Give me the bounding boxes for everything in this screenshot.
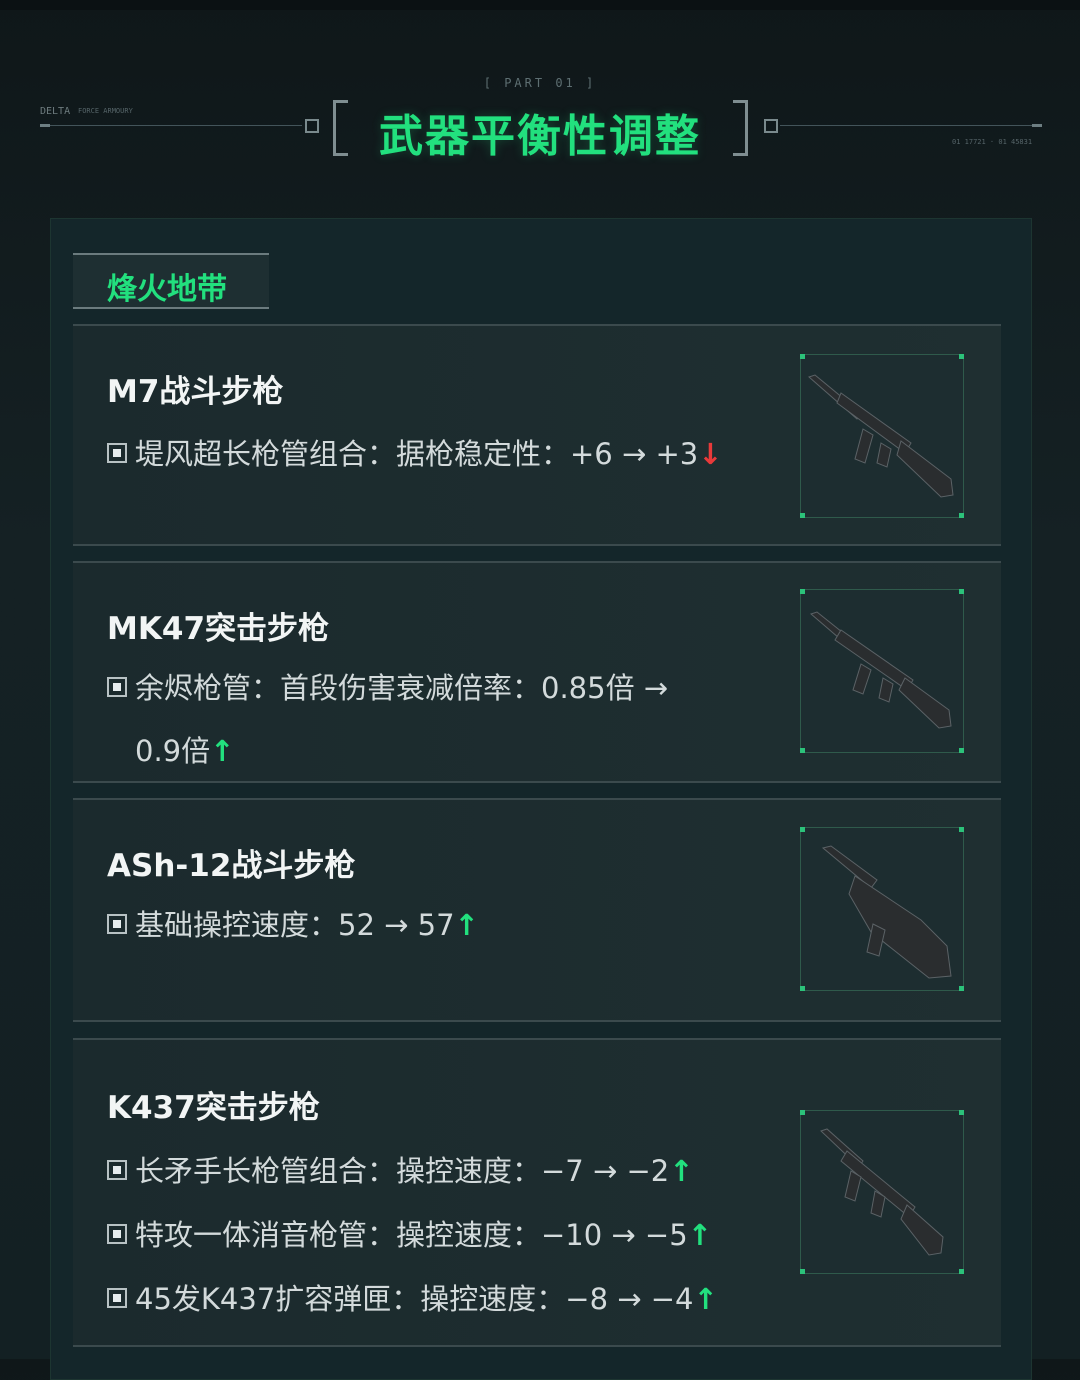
change-line-continuation: 0.9倍↑ <box>135 728 234 770</box>
weapon-name: M7战斗步枪 <box>107 374 284 410</box>
change-line: 45发K437扩容弹匣：操控速度：−8 → −4↑ <box>107 1276 718 1318</box>
weapon-card: ASh-12战斗步枪 基础操控速度：52 → 57↑ <box>73 798 1001 1022</box>
weapon-thumbnail <box>800 1110 964 1274</box>
arrow-up-icon: ↑ <box>210 734 235 768</box>
change-line: 长矛手长枪管组合：操控速度：−7 → −2↑ <box>107 1148 694 1190</box>
change-line: 余烬枪管：首段伤害衰减倍率：0.85倍 → <box>107 665 668 707</box>
top-strip <box>0 0 1080 10</box>
rifle-icon <box>820 1128 944 1256</box>
weapon-thumbnail <box>800 827 964 991</box>
bullet-icon <box>107 1224 127 1244</box>
weapon-name: MK47突击步枪 <box>107 611 330 647</box>
change-line: 特攻一体消音枪管：操控速度：−10 → −5↑ <box>107 1212 712 1254</box>
bullet-icon <box>107 914 127 934</box>
header-bracket-right <box>733 100 748 156</box>
part-label: [ PART 01 ] <box>483 76 597 90</box>
change-line: 堤风超长枪管组合：据枪稳定性：+6 → +3↓ <box>107 431 723 473</box>
bullet-icon <box>107 443 127 463</box>
weapon-card: M7战斗步枪 堤风超长枪管组合：据枪稳定性：+6 → +3↓ <box>73 324 1001 546</box>
rifle-icon <box>810 611 952 729</box>
change-text-continued: 0.9倍 <box>135 734 211 768</box>
arrow-up-icon: ↑ <box>669 1154 694 1188</box>
change-text: 余烬枪管：首段伤害衰减倍率：0.85倍 → <box>135 671 669 705</box>
weapon-name: K437突击步枪 <box>107 1090 320 1126</box>
change-text: 特攻一体消音枪管：操控速度：−10 → −5 <box>135 1218 688 1252</box>
bullet-icon <box>107 677 127 697</box>
tab-section[interactable]: 烽火地带 <box>73 253 269 309</box>
page-title: 武器平衡性调整 <box>379 111 701 162</box>
arrow-down-icon: ↓ <box>698 437 723 471</box>
arrow-up-icon: ↑ <box>693 1282 718 1316</box>
weapon-card: K437突击步枪 长矛手长枪管组合：操控速度：−7 → −2↑ 特攻一体消音枪管… <box>73 1038 1001 1347</box>
change-text: 45发K437扩容弹匣：操控速度：−8 → −4 <box>135 1282 694 1316</box>
arrow-up-icon: ↑ <box>454 908 479 942</box>
arrow-up-icon: ↑ <box>687 1218 712 1252</box>
change-text: 堤风超长枪管组合：据枪稳定性：+6 → +3 <box>135 437 699 471</box>
change-text: 长矛手长枪管组合：操控速度：−7 → −2 <box>135 1154 670 1188</box>
change-line: 基础操控速度：52 → 57↑ <box>107 902 479 944</box>
bullet-icon <box>107 1288 127 1308</box>
change-text: 基础操控速度：52 → 57 <box>135 908 455 942</box>
header-line-right <box>780 124 1042 127</box>
bullpup-rifle-icon <box>821 845 952 979</box>
bullet-icon <box>107 1160 127 1180</box>
weapon-thumbnail <box>800 589 964 753</box>
tab-label: 烽火地带 <box>107 272 227 307</box>
weapon-thumbnail <box>800 354 964 518</box>
weapon-card: MK47突击步枪 余烬枪管：首段伤害衰减倍率：0.85倍 → 0.9倍↑ <box>73 561 1001 783</box>
header-square-right <box>764 119 778 133</box>
weapon-name: ASh-12战斗步枪 <box>107 848 356 884</box>
rifle-icon <box>808 374 954 498</box>
